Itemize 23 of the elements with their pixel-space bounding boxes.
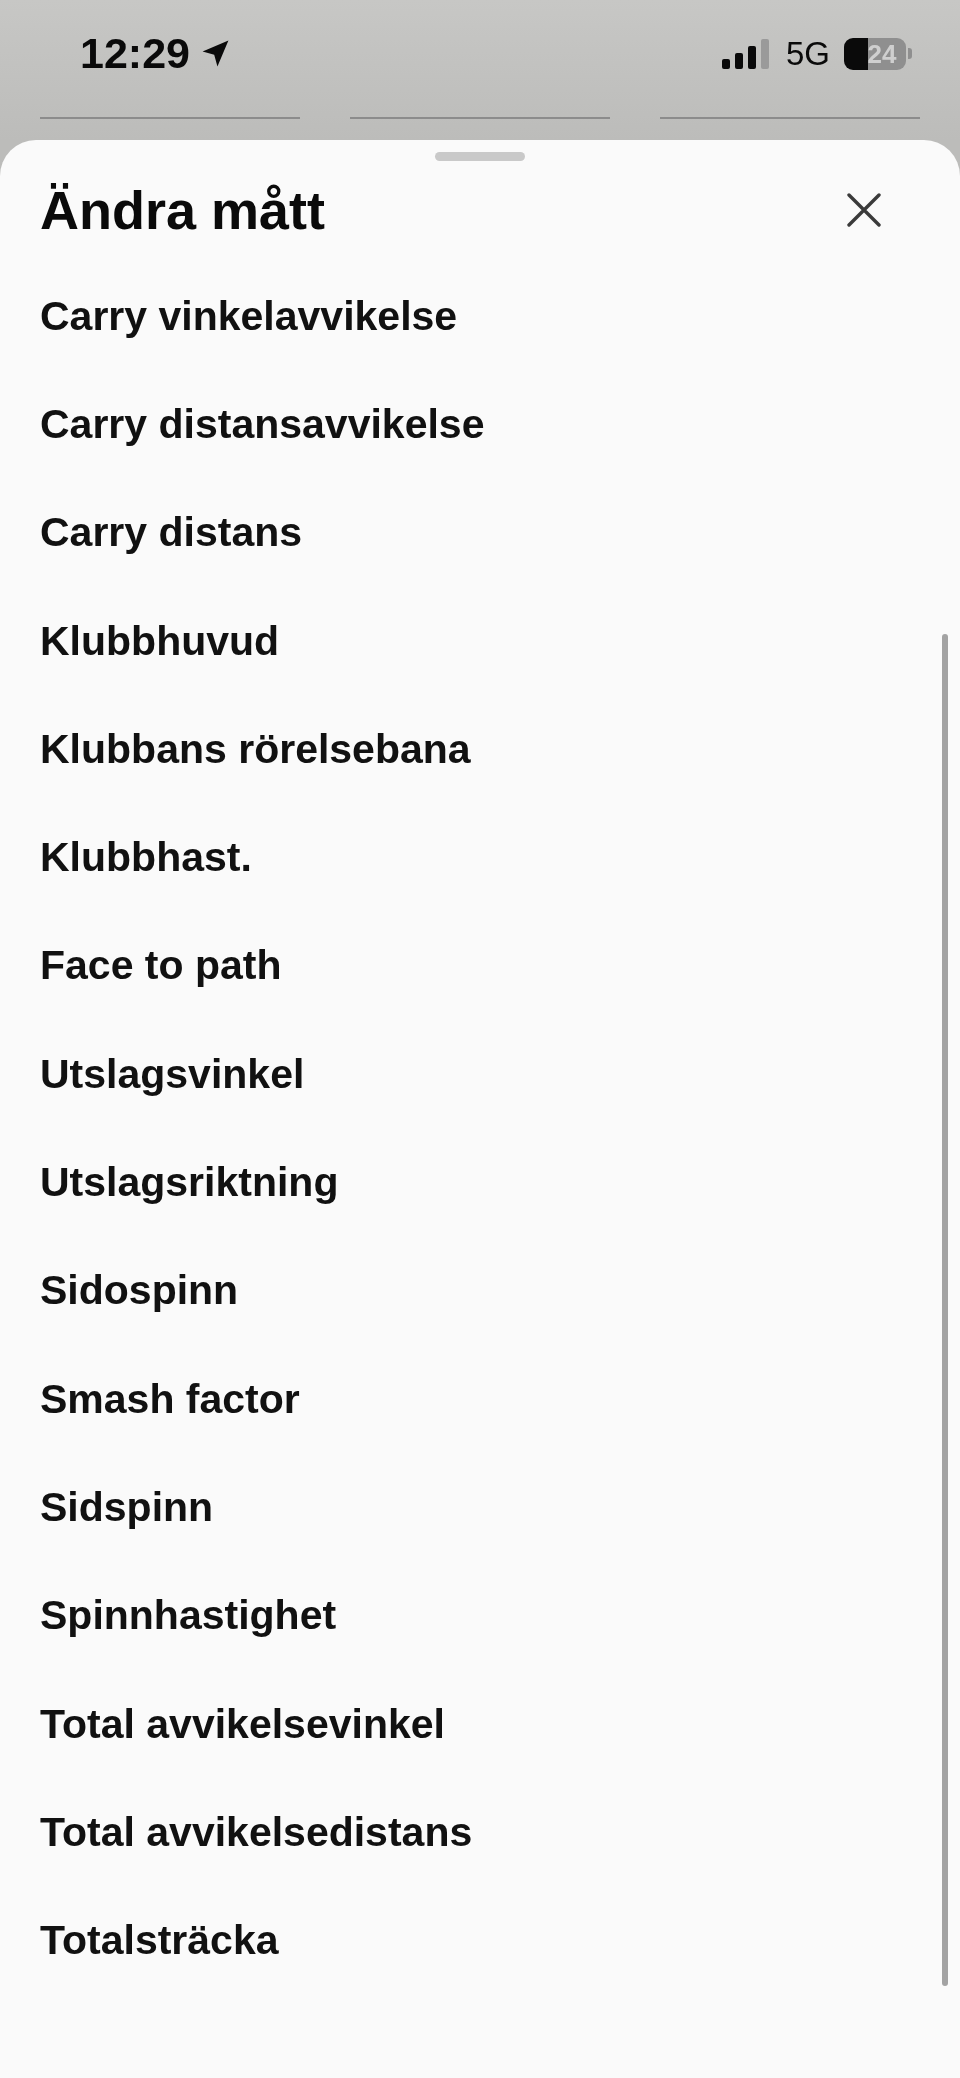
sheet-title: Ändra mått	[40, 183, 326, 237]
metric-option[interactable]: Smash factor	[0, 1344, 340, 1454]
metric-option[interactable]: Carry vinkelavvikelse	[0, 262, 498, 371]
metric-option[interactable]: Totalsträcka	[0, 1886, 319, 1995]
metric-option[interactable]: Spinnhastighet	[0, 1561, 377, 1670]
metric-option[interactable]: Klubbhuvud	[0, 586, 320, 696]
metric-option[interactable]: Klubbhast.	[0, 803, 292, 912]
metric-option[interactable]: Sidospinn	[0, 1236, 279, 1345]
signal-bars-icon	[721, 38, 770, 69]
metric-option[interactable]: Carry distansavvikelse	[0, 370, 525, 479]
close-icon	[847, 193, 881, 227]
metric-option[interactable]: Klubbans rörelsebana	[0, 695, 511, 804]
network-label: 5G	[785, 37, 830, 70]
battery-indicator: 24	[844, 37, 912, 70]
location-arrow-icon	[200, 38, 231, 69]
metric-option[interactable]: Total avvikelsedistans	[0, 1778, 513, 1887]
metric-option[interactable]: Face to path	[0, 911, 322, 1021]
metric-option[interactable]: Sidspinn	[0, 1453, 254, 1562]
metric-option[interactable]: Total avvikelsevinkel	[0, 1669, 485, 1779]
metric-option[interactable]: Utslagsriktning	[0, 1128, 379, 1237]
status-time: 12:29	[80, 32, 190, 75]
metric-option[interactable]: Carry distans	[0, 478, 343, 587]
metric-option[interactable]: Utslagsvinkel	[0, 1020, 345, 1129]
